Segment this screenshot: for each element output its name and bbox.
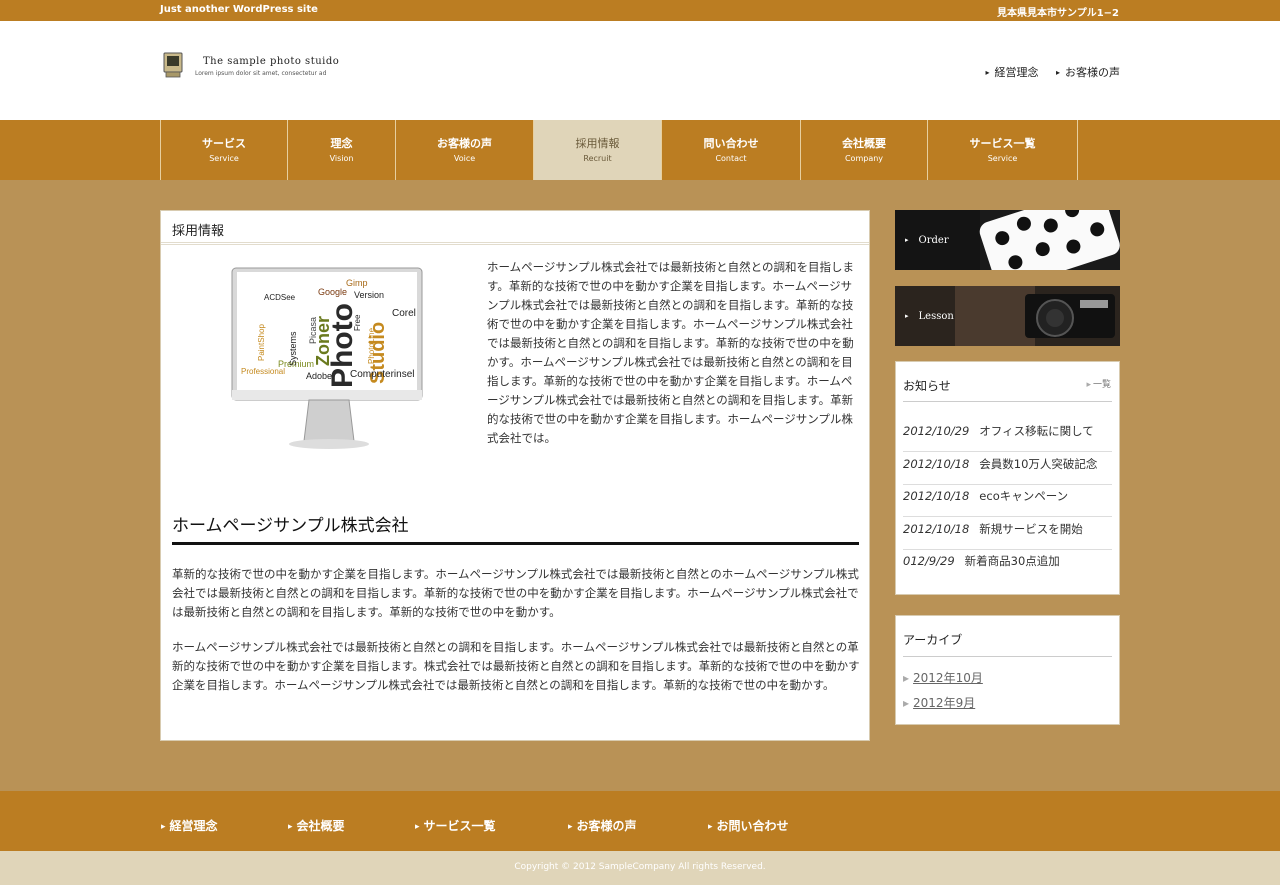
nav-sublabel: Vision — [329, 154, 354, 163]
nav-label: お客様の声 — [437, 137, 492, 150]
nav-item-contact[interactable]: 問い合わせ Contact — [662, 120, 801, 180]
wordcloud-word: PaintShop — [257, 324, 266, 361]
divider — [903, 656, 1112, 657]
archive-link[interactable]: 2012年10月 — [903, 669, 983, 694]
nav-item-voice[interactable]: お客様の声 Voice — [396, 120, 534, 180]
news-more-link[interactable]: 一覧 — [1086, 377, 1111, 390]
nav-label: 理念 — [330, 137, 353, 150]
header-link-philosophy[interactable]: 経営理念 — [985, 66, 1038, 79]
footer-link-contact[interactable]: お問い合わせ — [708, 817, 789, 834]
wordcloud-word: Corel — [392, 308, 416, 319]
news-text: ecoキャンペーン — [979, 489, 1069, 504]
site-title[interactable]: The sample photo stuido — [203, 56, 339, 67]
nav-label: サービス — [202, 137, 246, 150]
nav-item-service-list[interactable]: サービス一覧 Service — [928, 120, 1078, 180]
news-item[interactable]: 2012/10/18 ecoキャンペーン — [903, 485, 1112, 518]
news-date: 2012/10/18 — [903, 521, 970, 536]
intro-text: ホームページサンプル株式会社では最新技術と自然との調和を目指します。革新的な技術… — [487, 260, 854, 445]
news-widget: お知らせ 一覧 2012/10/29 オフィス移転に関して 2012/10/18 会… — [895, 361, 1120, 595]
site-description: Lorem ipsum dolor sit amet, consectetur … — [195, 70, 327, 77]
news-item[interactable]: 2012/10/18 会員数10万人突破記念 — [903, 453, 1112, 485]
body-paragraph-1: 革新的な技術で世の中を動かす企業を目指します。ホームページサンプル株式会社では最… — [172, 567, 859, 619]
news-text: オフィス移転に関して — [979, 424, 1094, 438]
footer-link-service-list[interactable]: サービス一覧 — [415, 817, 496, 834]
page: Just another WordPress site 見本県見本市サンプル1−… — [0, 0, 1280, 885]
nav-item-company[interactable]: 会社概要 Company — [801, 120, 928, 180]
header: The sample photo stuido Lorem ipsum dolo… — [0, 21, 1280, 120]
wordcloud-word: Adobe — [306, 371, 332, 381]
news-item[interactable]: 012/9/29 新着商品30点追加 — [903, 550, 1112, 582]
wordcloud-word: PhotoLine — [367, 327, 376, 364]
news-date: 012/9/29 — [903, 554, 955, 569]
archive-link[interactable]: 2012年9月 — [903, 694, 983, 719]
computer-wordcloud-image: Photo Studio Zoner Computerinsel Adobe P… — [231, 267, 423, 449]
wordcloud-word: Version — [354, 290, 384, 300]
nav-sublabel: Service — [209, 154, 239, 163]
nav-label: 採用情報 — [575, 137, 620, 150]
address: 見本県見本市サンプル1−2 — [997, 8, 1119, 19]
phone-case-image — [979, 210, 1120, 270]
nav-sublabel: Voice — [453, 154, 476, 163]
wordcloud-word: Free — [353, 314, 362, 331]
main-content: 採用情報 Photo Studio Zoner Computerinsel Ad… — [160, 210, 870, 741]
divider — [903, 401, 1112, 402]
computer-logo-icon[interactable] — [163, 52, 183, 78]
news-text: 新規サービスを開始 — [979, 521, 1083, 536]
wordcloud-word: Computerinsel — [350, 369, 414, 380]
wordcloud-word: Gimp — [346, 278, 368, 288]
archive-title: アーカイブ — [903, 633, 963, 647]
news-date: 2012/10/18 — [903, 456, 970, 471]
news-date: 2012/10/29 — [903, 424, 970, 438]
archive-widget: アーカイブ 2012年10月 2012年9月 — [895, 615, 1120, 725]
wordcloud-word: ACDSee — [264, 293, 296, 302]
copyright: Copyright © 2012 SampleCompany All right… — [0, 851, 1280, 885]
page-title: 採用情報 — [172, 224, 225, 239]
news-date: 2012/10/18 — [903, 489, 970, 504]
wordcloud-word: Systems — [288, 331, 298, 366]
section-heading: ホームページサンプル株式会社 — [172, 516, 409, 536]
news-item[interactable]: 2012/10/29 オフィス移転に関して — [903, 420, 1112, 452]
order-banner[interactable]: Order — [895, 210, 1120, 270]
nav-label: 会社概要 — [842, 137, 886, 150]
nav-sublabel: Contact — [715, 154, 747, 163]
body-paragraph-2: ホームページサンプル株式会社では最新技術と自然との調和を目指します。ホームページ… — [172, 640, 860, 692]
nav-sublabel: Service — [987, 154, 1018, 163]
footer-nav: 経営理念 会社概要 サービス一覧 お客様の声 お問い合わせ — [0, 791, 1280, 851]
news-text: 新着商品30点追加 — [964, 554, 1060, 569]
news-title: お知らせ — [903, 379, 951, 393]
header-links: 経営理念 お客様の声 — [971, 64, 1120, 80]
footer-link-voice[interactable]: お客様の声 — [568, 817, 637, 834]
site-tagline-top: Just another WordPress site — [160, 4, 318, 15]
banner-label: Order — [905, 235, 949, 246]
nav-item-vision[interactable]: 理念 Vision — [288, 120, 396, 180]
footer-link-philosophy[interactable]: 経営理念 — [161, 817, 218, 834]
lesson-banner[interactable]: Lesson — [895, 286, 1120, 346]
nav-item-recruit[interactable]: 採用情報 Recruit — [534, 120, 662, 180]
news-text: 会員数10万人突破記念 — [979, 456, 1098, 471]
nav-label: 問い合わせ — [703, 137, 759, 150]
heading-underline — [172, 542, 859, 545]
wordcloud-word: Google — [318, 287, 347, 297]
nav-sublabel: Company — [844, 154, 884, 163]
wordcloud-word: Professional — [241, 367, 285, 376]
header-link-voice[interactable]: お客様の声 — [1056, 66, 1120, 79]
news-item[interactable]: 2012/10/18 新規サービスを開始 — [903, 518, 1112, 550]
wordcloud-word: Picasa — [308, 317, 318, 344]
content-title-bar: 採用情報 — [161, 211, 869, 245]
banner-label: Lesson — [905, 311, 954, 322]
nav-sublabel: Recruit — [583, 154, 612, 163]
nav-label: サービス一覧 — [969, 137, 1036, 150]
top-bar: Just another WordPress site 見本県見本市サンプル1−… — [0, 0, 1280, 21]
footer-link-company[interactable]: 会社概要 — [288, 817, 345, 834]
nav-item-service[interactable]: サービス Service — [161, 120, 288, 180]
main-nav: サービス Service 理念 Vision お客様の声 Voice 採用情報 Recr… — [0, 120, 1280, 180]
